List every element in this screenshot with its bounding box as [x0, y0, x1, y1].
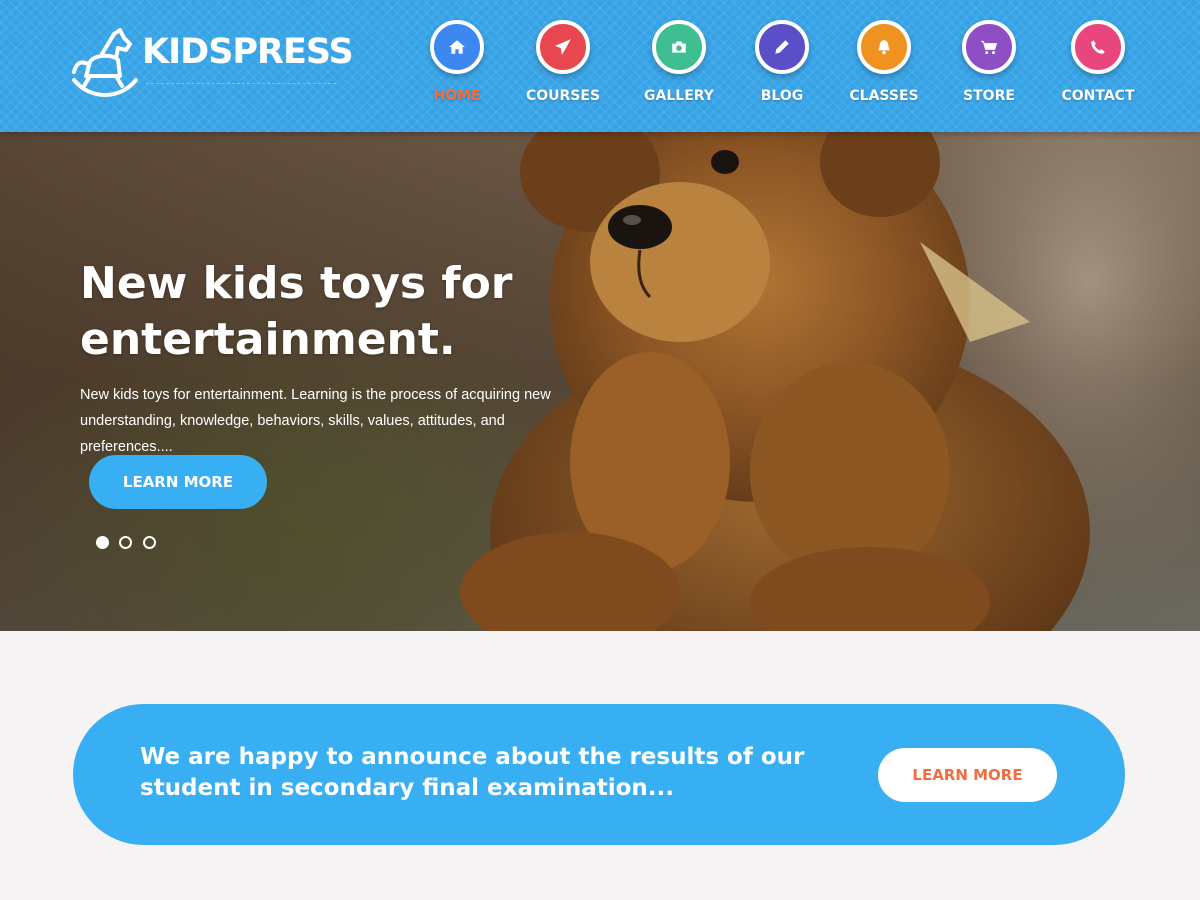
- phone-icon: [1071, 20, 1125, 74]
- pencil-icon: [755, 20, 809, 74]
- hero-learn-more-button[interactable]: LEARN MORE: [89, 455, 267, 509]
- bell-icon: [857, 20, 911, 74]
- nav-label: HOME: [433, 88, 481, 104]
- nav-item-store[interactable]: STORE: [929, 20, 1049, 110]
- nav-item-contact[interactable]: CONTACT: [1038, 20, 1158, 110]
- announcement-banner: We are happy to announce about the resul…: [73, 704, 1125, 845]
- nav-item-home[interactable]: HOME: [397, 20, 517, 110]
- slider-dot-2[interactable]: [119, 536, 132, 549]
- hero-title: New kids toys for entertainment.: [80, 258, 513, 365]
- paper-plane-icon: [536, 20, 590, 74]
- camera-icon: [652, 20, 706, 74]
- site-logo[interactable]: KIDSPRESS: [70, 24, 360, 104]
- hero-description: New kids toys for entertainment. Learnin…: [80, 387, 551, 455]
- nav-label: STORE: [963, 88, 1015, 104]
- logo-text: KIDSPRESS: [142, 32, 354, 72]
- logo-underline: [146, 74, 336, 84]
- announcement-learn-more-button[interactable]: LEARN MORE: [878, 748, 1057, 802]
- nav-item-gallery[interactable]: GALLERY: [619, 20, 739, 110]
- nav-label: GALLERY: [644, 88, 714, 104]
- cart-icon: [962, 20, 1016, 74]
- nav-item-classes[interactable]: CLASSES: [824, 20, 944, 110]
- announcement-text: We are happy to announce about the resul…: [140, 744, 805, 801]
- slider-dot-3[interactable]: [143, 536, 156, 549]
- rocking-horse-icon: [72, 28, 138, 97]
- site-header: KIDSPRESS HOME COURSES GALLERY BLOG CLASSES S…: [0, 0, 1200, 132]
- hero-slider: New kids toys for entertainment. New kid…: [0, 132, 1200, 631]
- nav-item-courses[interactable]: COURSES: [503, 20, 623, 110]
- nav-label: COURSES: [525, 88, 601, 104]
- nav-label: CONTACT: [1061, 88, 1135, 104]
- slider-dot-1[interactable]: [96, 536, 109, 549]
- nav-label: CLASSES: [849, 88, 919, 104]
- home-icon: [430, 20, 484, 74]
